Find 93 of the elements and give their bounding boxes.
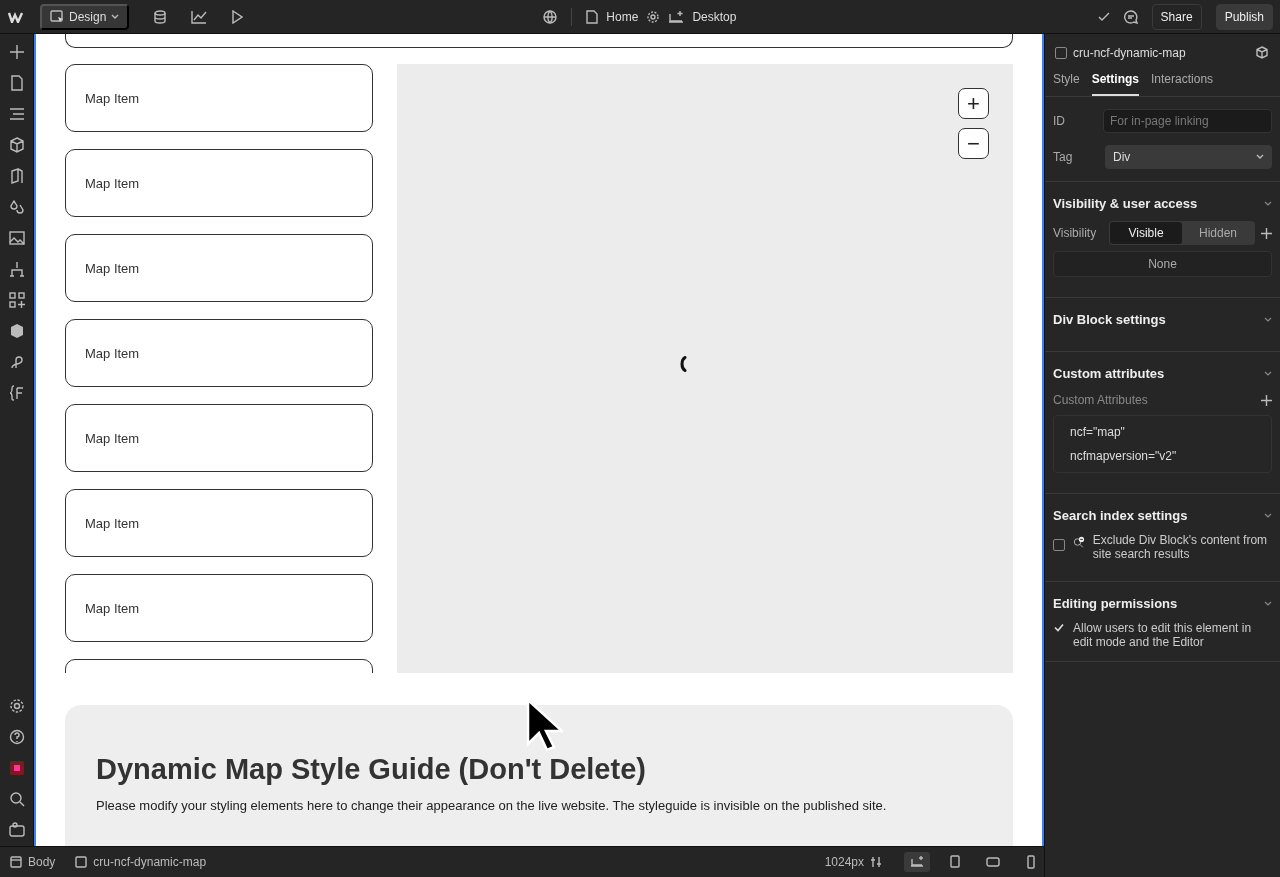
field-label: Custom Attributes — [1053, 393, 1148, 407]
body-icon — [10, 856, 22, 868]
design-mode-button[interactable]: Design — [40, 3, 130, 30]
panel-tab[interactable]: Settings — [1091, 66, 1140, 96]
chevron-down-icon — [1256, 154, 1264, 160]
breakpoint-name[interactable]: Desktop — [692, 9, 737, 24]
map-item-label: Map Item — [85, 260, 140, 276]
element-icon — [1055, 47, 1067, 59]
attribute-item[interactable]: ncfmapversion="v2" — [1054, 444, 1271, 468]
section-title: Editing permissions — [1053, 596, 1178, 611]
add-icon[interactable] — [1261, 394, 1272, 406]
page-icon — [586, 9, 599, 24]
section-title: Custom attributes — [1053, 366, 1165, 381]
chevron-down-icon[interactable] — [1264, 316, 1272, 323]
element-icon — [75, 856, 88, 868]
cube-icon[interactable] — [8, 137, 25, 153]
element-name: cru-ncf-dynamic-map — [1073, 46, 1186, 60]
style-guide-title: Dynamic Map Style Guide (Don't Delete) — [96, 753, 647, 786]
tag-dropdown[interactable]: Div — [1105, 145, 1272, 169]
image-icon[interactable] — [8, 230, 25, 246]
loading-spinner-icon — [679, 356, 687, 372]
desktop-icon — [910, 855, 924, 869]
phone-icon — [1024, 855, 1038, 869]
chevron-down-icon[interactable] — [1264, 512, 1272, 519]
checkmark-icon — [1097, 11, 1110, 22]
access-button[interactable]: None — [1053, 251, 1272, 277]
book-icon[interactable] — [8, 168, 25, 184]
settings-icon[interactable] — [8, 698, 25, 714]
add-icon[interactable] — [1261, 227, 1272, 239]
box-icon[interactable] — [8, 323, 25, 339]
checkbox[interactable] — [1053, 621, 1065, 633]
stop-icon[interactable] — [8, 760, 25, 776]
globe-icon[interactable] — [543, 9, 558, 24]
visibility-option[interactable]: Hidden — [1182, 222, 1254, 244]
map-item-label: Map Item — [85, 515, 140, 531]
section-title: Div Block settings — [1053, 312, 1166, 327]
database-icon[interactable] — [153, 9, 168, 24]
landscape-phone-icon — [986, 855, 1000, 869]
map-item-label: Map Item — [85, 345, 140, 361]
zoom-in-button[interactable]: + — [958, 88, 989, 119]
video-icon[interactable] — [8, 822, 25, 838]
page-name[interactable]: Home — [606, 9, 639, 24]
checkbox[interactable] — [1053, 539, 1065, 551]
checkmark-icon — [1054, 622, 1064, 632]
zoom-out-button[interactable]: − — [958, 128, 989, 159]
checkbox-label: Exclude Div Block's content from site search results — [1092, 533, 1269, 561]
help-icon[interactable] — [8, 729, 25, 745]
settings-icon[interactable] — [646, 9, 661, 24]
device-button[interactable] — [904, 852, 930, 872]
chevron-down-icon[interactable] — [1264, 600, 1272, 607]
chevron-down-icon[interactable] — [1264, 370, 1272, 377]
sliders-icon[interactable] — [870, 856, 882, 868]
chevron-down-icon[interactable] — [1264, 200, 1272, 207]
canvas-width: 1024px — [824, 855, 864, 869]
search-icon[interactable] — [8, 791, 25, 807]
field-label: ID — [1053, 114, 1066, 128]
map-item-label: Map Item — [85, 600, 140, 616]
section-title: Visibility & user access — [1053, 196, 1198, 211]
top-button[interactable]: Publish — [1215, 3, 1273, 30]
attribute-item[interactable]: ncf="map" — [1054, 420, 1271, 444]
panel-tab[interactable]: Interactions — [1151, 66, 1214, 96]
play-icon[interactable] — [231, 9, 244, 24]
comment-icon[interactable] — [1123, 9, 1138, 24]
dropdown-value: Div — [1113, 150, 1131, 164]
top-button[interactable]: Share — [1151, 3, 1202, 30]
map-item-label: Map Item — [85, 430, 140, 446]
path-icon[interactable] — [8, 354, 25, 370]
map-item-label: Map Item — [85, 90, 140, 106]
tablet-icon — [948, 855, 962, 869]
style-guide-description: Please modify your styling elements here to change their appearance on the live website. The styleguide is invisible on the published site. — [96, 798, 888, 813]
id-input-field[interactable]: For in-page linking — [1103, 109, 1272, 133]
cube-icon[interactable] — [1256, 46, 1270, 60]
breadcrumb[interactable]: cru-ncf-dynamic-map — [75, 855, 221, 869]
logo-icon[interactable] — [8, 10, 26, 23]
chevron-down-icon — [111, 13, 120, 20]
code-icon[interactable] — [8, 385, 25, 401]
desktop-icon — [668, 9, 685, 24]
layers-icon[interactable] — [8, 106, 25, 122]
cursor-box-icon — [50, 9, 64, 24]
map-item-label: Map Item — [85, 175, 140, 191]
chart-icon[interactable] — [191, 9, 208, 24]
field-label: Tag — [1053, 150, 1074, 164]
drops-icon[interactable] — [8, 199, 25, 215]
checkbox-label: Allow users to edit this element in edit mode and the Editor — [1073, 621, 1253, 649]
add-icon[interactable] — [8, 44, 25, 60]
breadcrumb[interactable]: Body — [10, 855, 70, 869]
flow-icon[interactable] — [8, 261, 25, 277]
page-icon[interactable] — [8, 75, 25, 91]
section-title: Search index settings — [1053, 508, 1188, 523]
visibility-option[interactable]: Visible — [1110, 222, 1182, 244]
panel-tab[interactable]: Style — [1053, 66, 1080, 96]
apps-icon[interactable] — [8, 292, 25, 308]
field-label: Visibility — [1053, 226, 1098, 240]
